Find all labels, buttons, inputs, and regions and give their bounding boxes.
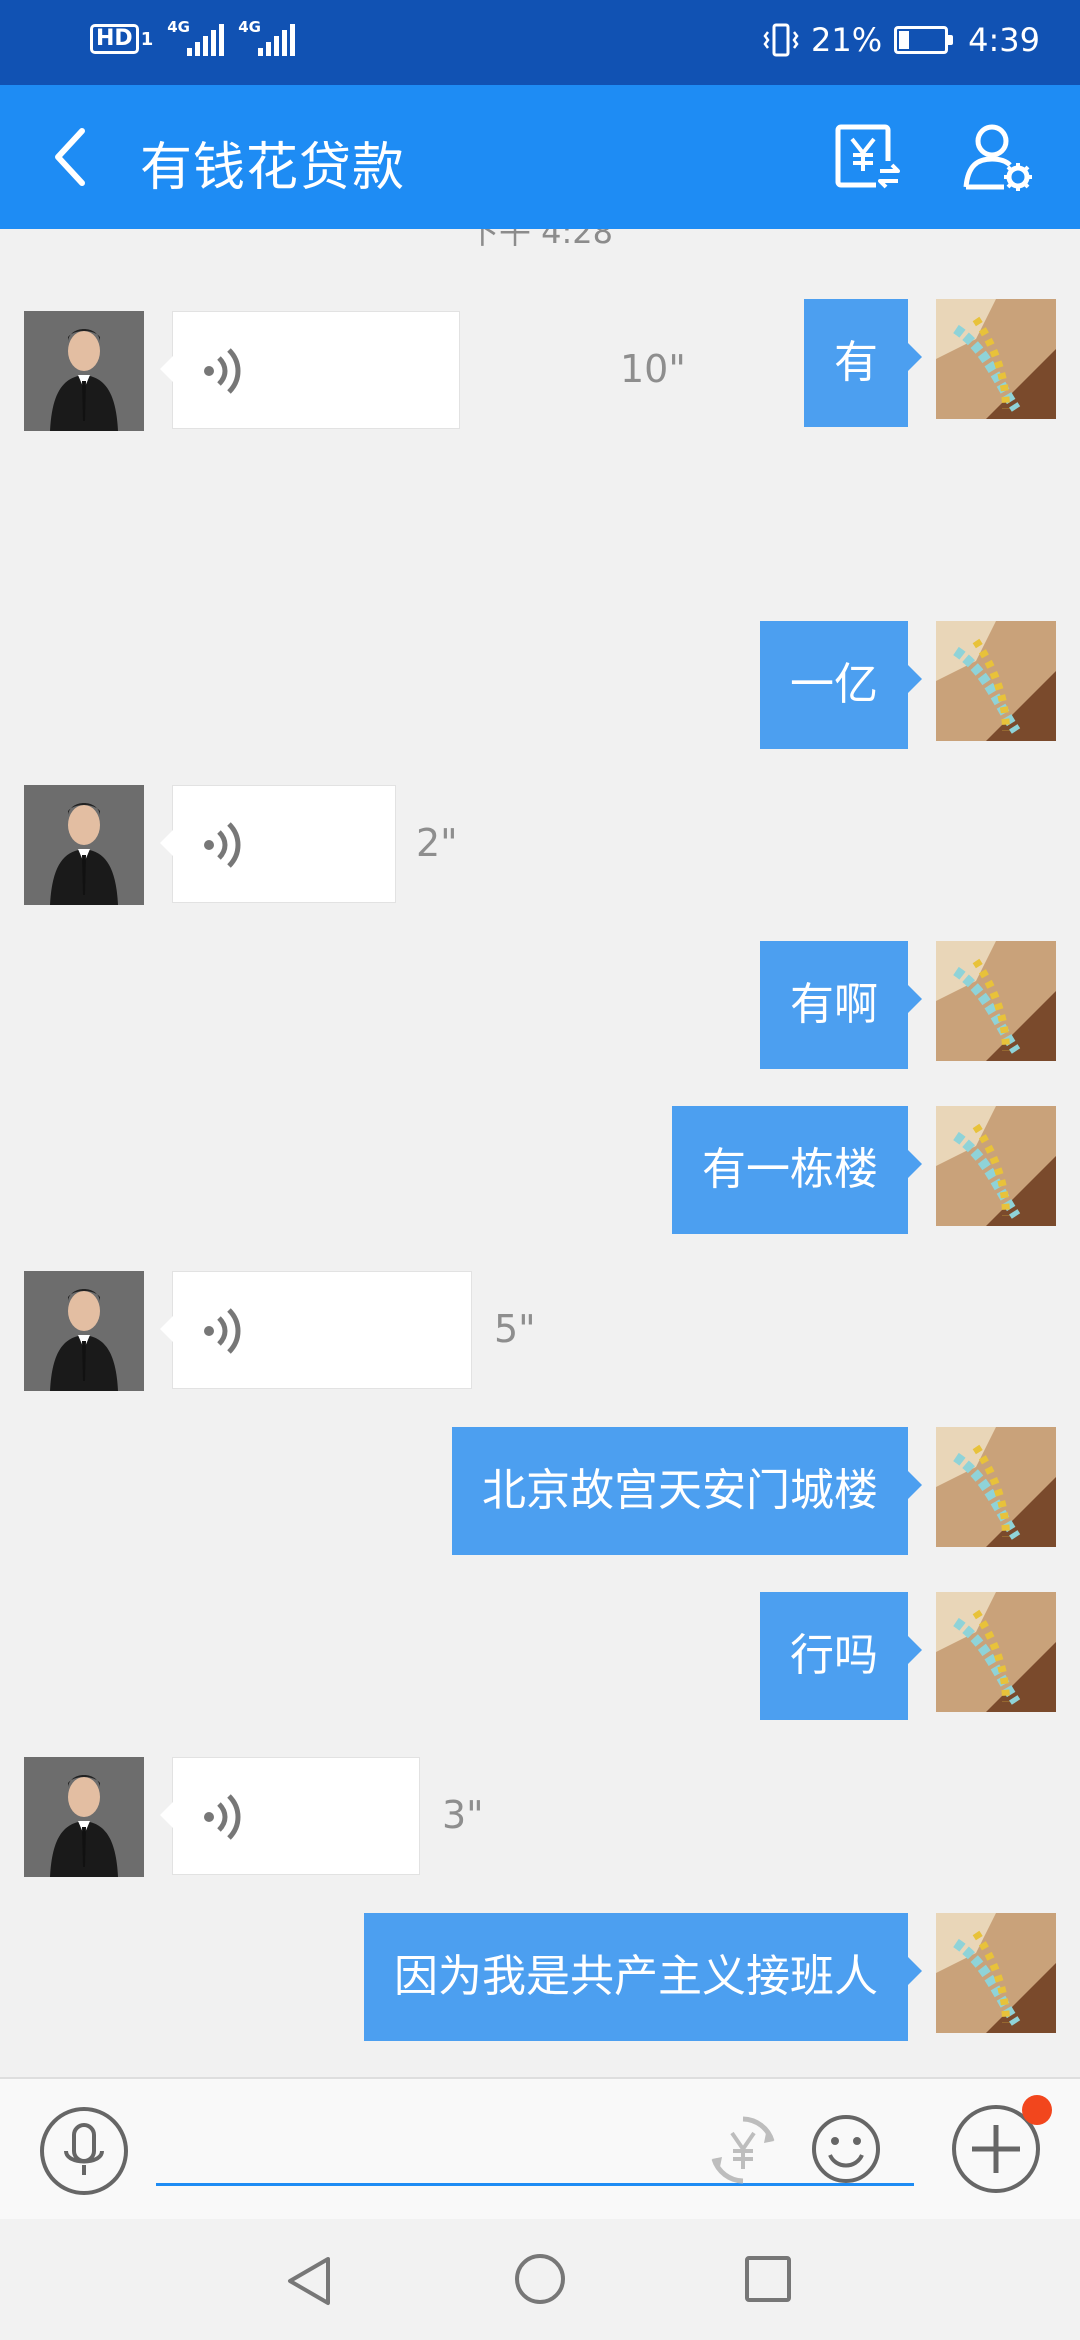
emoji-icon[interactable] — [810, 2113, 882, 2185]
status-bar: HD 1 4G 4G 21% 4:39 — [0, 0, 1080, 85]
voice-message[interactable] — [160, 1757, 420, 1875]
voice-wave-icon — [204, 1308, 241, 1354]
voice-message[interactable] — [160, 1271, 472, 1389]
chat-title: 有钱花贷款 — [140, 138, 406, 198]
my-avatar[interactable] — [936, 1106, 1056, 1226]
my-avatar[interactable] — [936, 941, 1056, 1061]
voice-duration: 2" — [416, 821, 458, 865]
my-avatar[interactable] — [936, 1913, 1056, 2033]
signal-icon: 4G — [167, 18, 225, 56]
outgoing-message[interactable]: 有一栋楼 — [672, 1106, 922, 1234]
voice-duration: 10" — [620, 347, 686, 391]
red-packet-icon[interactable] — [706, 2113, 780, 2187]
message-input[interactable] — [156, 2109, 914, 2186]
user-settings-icon[interactable] — [960, 119, 1036, 195]
outgoing-message[interactable]: 有 — [804, 299, 922, 427]
my-avatar[interactable] — [936, 621, 1056, 741]
chat-header: 有钱花贷款 — [0, 85, 1080, 229]
clock: 4:39 — [968, 21, 1040, 59]
my-avatar[interactable] — [936, 1427, 1056, 1547]
network-type: 4G — [167, 18, 190, 36]
voice-message[interactable] — [160, 311, 460, 429]
outgoing-message[interactable]: 有啊 — [760, 941, 922, 1069]
yuan-transfer-icon[interactable] — [832, 121, 904, 193]
back-arrow-icon[interactable] — [44, 121, 104, 193]
my-avatar[interactable] — [936, 1592, 1056, 1712]
chat-messages[interactable]: 下午 4:28 有 10" 一亿 2" 有啊 有一栋楼 5" 北京故宫天安门城楼 — [0, 229, 1080, 2077]
battery-percent: 21% — [811, 21, 883, 59]
hd-sub: 1 — [140, 28, 154, 50]
notification-dot — [1022, 2095, 1052, 2125]
signal-icon-2: 4G — [238, 18, 296, 56]
nav-back-icon[interactable] — [284, 2253, 334, 2309]
contact-avatar[interactable] — [24, 1271, 144, 1391]
contact-avatar[interactable] — [24, 1757, 144, 1877]
battery-icon — [894, 26, 954, 54]
contact-avatar[interactable] — [24, 785, 144, 905]
outgoing-message[interactable]: 一亿 — [760, 621, 922, 749]
status-right: 21% 4:39 — [763, 20, 1040, 60]
input-bar — [0, 2077, 1080, 2221]
my-avatar[interactable] — [936, 299, 1056, 419]
outgoing-message[interactable]: 北京故宫天安门城楼 — [452, 1427, 922, 1555]
system-nav-bar — [0, 2219, 1080, 2340]
microphone-icon[interactable] — [38, 2105, 130, 2197]
voice-wave-icon — [204, 822, 241, 868]
nav-home-icon[interactable] — [514, 2253, 566, 2305]
status-indicators: HD 1 4G 4G — [90, 18, 296, 56]
voice-duration: 3" — [442, 1793, 484, 1837]
network-type-2: 4G — [238, 18, 261, 36]
contact-avatar[interactable] — [24, 311, 144, 431]
hd-badge: HD — [90, 24, 139, 54]
message-timestamp: 下午 4:28 — [466, 229, 614, 251]
outgoing-message[interactable]: 因为我是共产主义接班人 — [364, 1913, 922, 2041]
vibrate-icon — [763, 23, 799, 57]
voice-wave-icon — [204, 1794, 241, 1840]
voice-message[interactable] — [160, 785, 396, 903]
voice-duration: 5" — [494, 1307, 536, 1351]
hd-icon: HD 1 — [90, 24, 153, 54]
nav-recents-icon[interactable] — [744, 2255, 792, 2303]
voice-wave-icon — [204, 348, 241, 394]
outgoing-message[interactable]: 行吗 — [760, 1592, 922, 1720]
